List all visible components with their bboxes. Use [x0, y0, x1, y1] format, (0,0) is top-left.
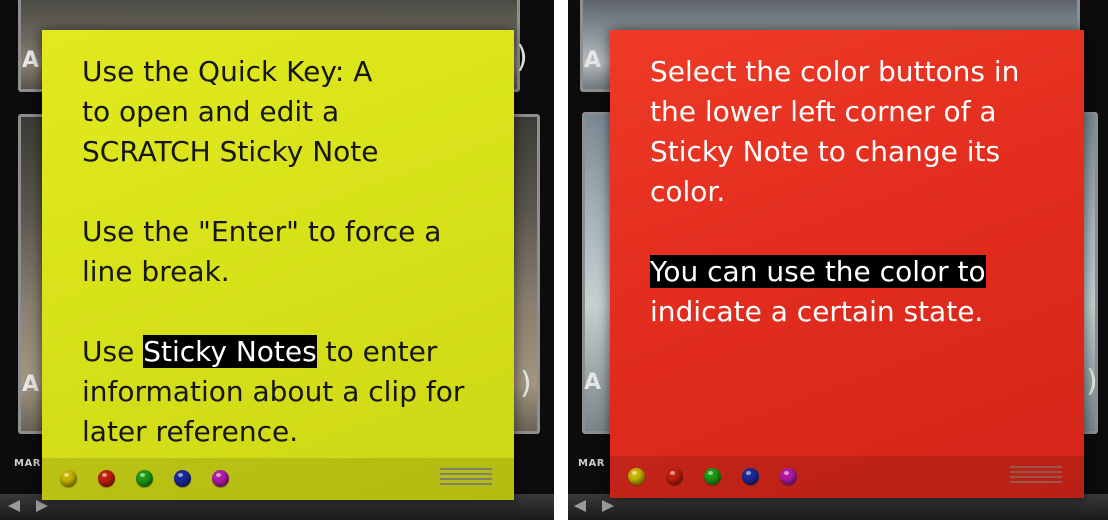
arrow-left-icon[interactable]	[8, 500, 20, 512]
clip-bracket: )	[520, 366, 532, 401]
note-line: Select the color buttons in	[650, 55, 1020, 88]
note-line: Use the Quick Key: A	[82, 55, 373, 88]
note-line: the lower left corner of a	[650, 95, 997, 128]
note-line: Sticky Note to change its	[650, 135, 1001, 168]
color-button-red[interactable]	[98, 470, 115, 487]
note-line: to open and edit a	[82, 95, 340, 128]
note-line: Use the "Enter" to force a	[82, 215, 442, 248]
arrow-right-icon[interactable]	[602, 500, 614, 512]
note-footer	[42, 458, 514, 500]
note-line: line break.	[82, 255, 230, 288]
clip-label: A	[22, 372, 40, 397]
note-line: indicate a certain state.	[650, 295, 984, 328]
clip-bracket: )	[1086, 364, 1098, 399]
left-panel: A A ) ) MAR Use the Quick Key: A to open…	[0, 0, 554, 520]
color-button-red[interactable]	[666, 468, 683, 485]
note-line: You can use the color to	[650, 252, 1064, 292]
arrow-right-icon[interactable]	[36, 500, 48, 512]
color-button-purple[interactable]	[780, 468, 797, 485]
color-button-blue[interactable]	[174, 470, 191, 487]
selected-text-highlight: Sticky Notes	[143, 335, 317, 368]
clip-bracket: )	[516, 40, 528, 75]
note-line: later reference.	[82, 415, 299, 448]
color-button-yellow[interactable]	[60, 470, 77, 487]
note-line: information about a clip for	[82, 375, 465, 408]
clip-label: A	[22, 48, 40, 73]
note-text-after: to enter	[316, 335, 438, 368]
mark-label: MAR	[14, 458, 41, 469]
clip-label: A	[584, 48, 602, 73]
sticky-note-red[interactable]: Select the color buttons in the lower le…	[610, 30, 1084, 498]
color-button-green[interactable]	[136, 470, 153, 487]
color-button-blue[interactable]	[742, 468, 759, 485]
sticky-note-yellow[interactable]: Use the Quick Key: A to open and edit a …	[42, 30, 514, 500]
right-panel: A A ) MAR Select the color buttons in th…	[568, 0, 1108, 520]
note-line: SCRATCH Sticky Note	[82, 135, 379, 168]
sticky-note-text[interactable]: Select the color buttons in the lower le…	[650, 52, 1064, 332]
color-button-yellow[interactable]	[628, 468, 645, 485]
mark-label: MAR	[578, 458, 605, 469]
note-line: Use Sticky Notes to enter	[82, 332, 494, 372]
color-button-purple[interactable]	[212, 470, 229, 487]
color-button-green[interactable]	[704, 468, 721, 485]
note-line: color.	[650, 175, 726, 208]
selected-text-highlight: You can use the color to	[650, 255, 986, 288]
note-text-before: Use	[82, 335, 144, 368]
arrow-left-icon[interactable]	[574, 500, 586, 512]
sticky-note-text[interactable]: Use the Quick Key: A to open and edit a …	[82, 52, 494, 452]
clip-label: A	[584, 370, 602, 395]
resize-grip-icon[interactable]	[1010, 466, 1062, 490]
note-footer	[610, 456, 1084, 498]
resize-grip-icon[interactable]	[440, 468, 492, 492]
